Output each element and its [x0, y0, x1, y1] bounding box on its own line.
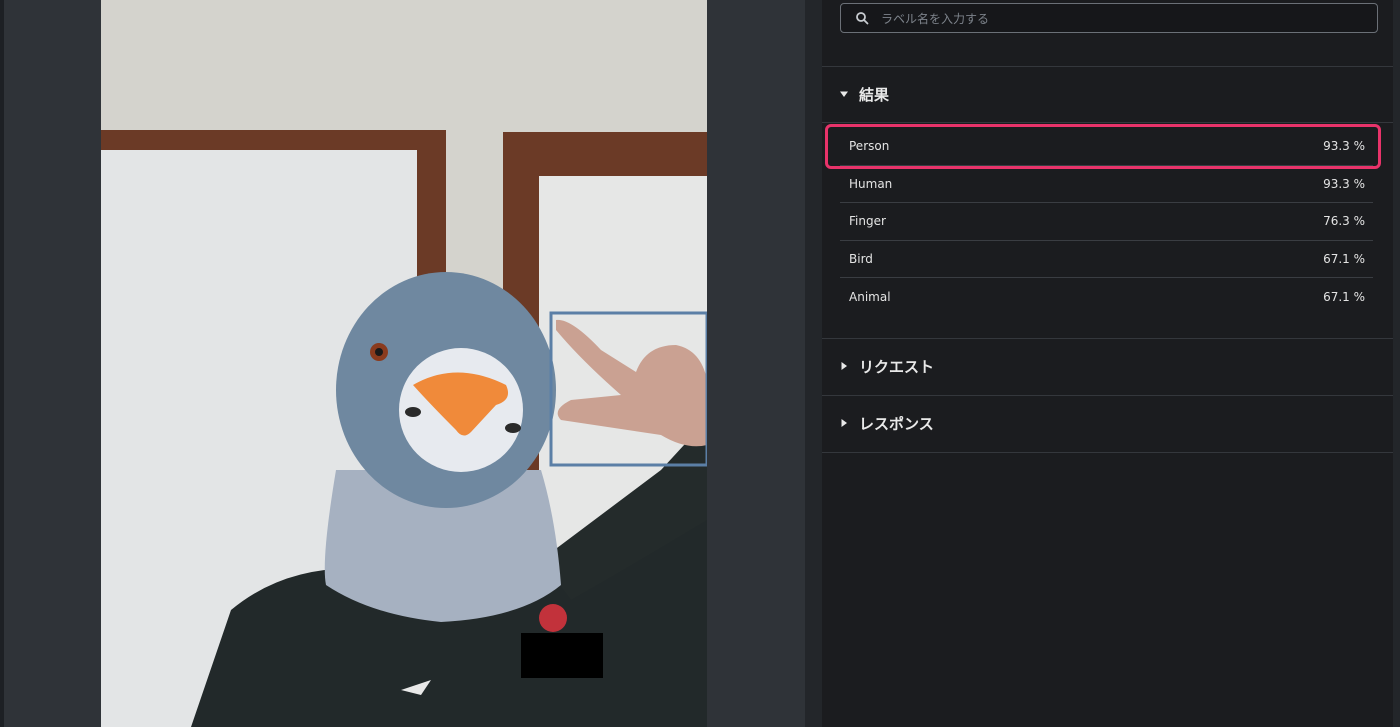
- section-title-request: リクエスト: [859, 357, 935, 376]
- section-header-request[interactable]: リクエスト: [822, 338, 1393, 394]
- result-confidence: 93.3 %: [1323, 139, 1365, 154]
- result-label: Finger: [849, 214, 886, 229]
- caret-right-icon: [841, 362, 847, 370]
- result-confidence: 76.3 %: [1323, 214, 1365, 229]
- result-row[interactable]: Human 93.3 %: [840, 166, 1373, 204]
- photo-illustration: [101, 0, 707, 727]
- caret-right-icon: [841, 419, 847, 427]
- label-search-box[interactable]: [840, 3, 1378, 34]
- image-viewer: [0, 0, 805, 727]
- section-header-results[interactable]: 結果: [822, 66, 1393, 122]
- result-row[interactable]: Person 93.3 %: [840, 128, 1373, 166]
- result-row[interactable]: Animal 67.1 %: [840, 278, 1373, 316]
- section-header-response[interactable]: レスポンス: [822, 395, 1393, 451]
- shirt-emblem: [539, 604, 567, 632]
- result-confidence: 67.1 %: [1323, 252, 1365, 267]
- results-list: Person 93.3 % Human 93.3 % Finger 76.3 % Bird 6…: [840, 128, 1373, 316]
- result-row[interactable]: Finger 76.3 %: [840, 203, 1373, 241]
- search-icon: [856, 12, 869, 25]
- result-label: Person: [849, 139, 890, 154]
- result-row[interactable]: Bird 67.1 %: [840, 241, 1373, 279]
- result-label: Bird: [849, 252, 873, 267]
- divider: [822, 452, 1393, 453]
- section-title-results: 結果: [859, 85, 890, 104]
- result-label: Human: [849, 176, 893, 191]
- result-confidence: 67.1 %: [1323, 290, 1365, 305]
- divider: [822, 122, 1393, 123]
- analyzed-photo: [101, 0, 707, 727]
- redaction-block: [521, 633, 603, 678]
- label-search-input[interactable]: [879, 4, 1363, 34]
- section-title-response: レスポンス: [859, 414, 934, 433]
- results-panel: 結果 Person 93.3 % Human 93.3 % Finger 76.3 % Bi…: [805, 0, 1400, 727]
- result-label: Animal: [849, 290, 891, 305]
- viewer-edge: [0, 0, 4, 727]
- result-confidence: 93.3 %: [1323, 176, 1365, 191]
- caret-down-icon: [840, 91, 848, 97]
